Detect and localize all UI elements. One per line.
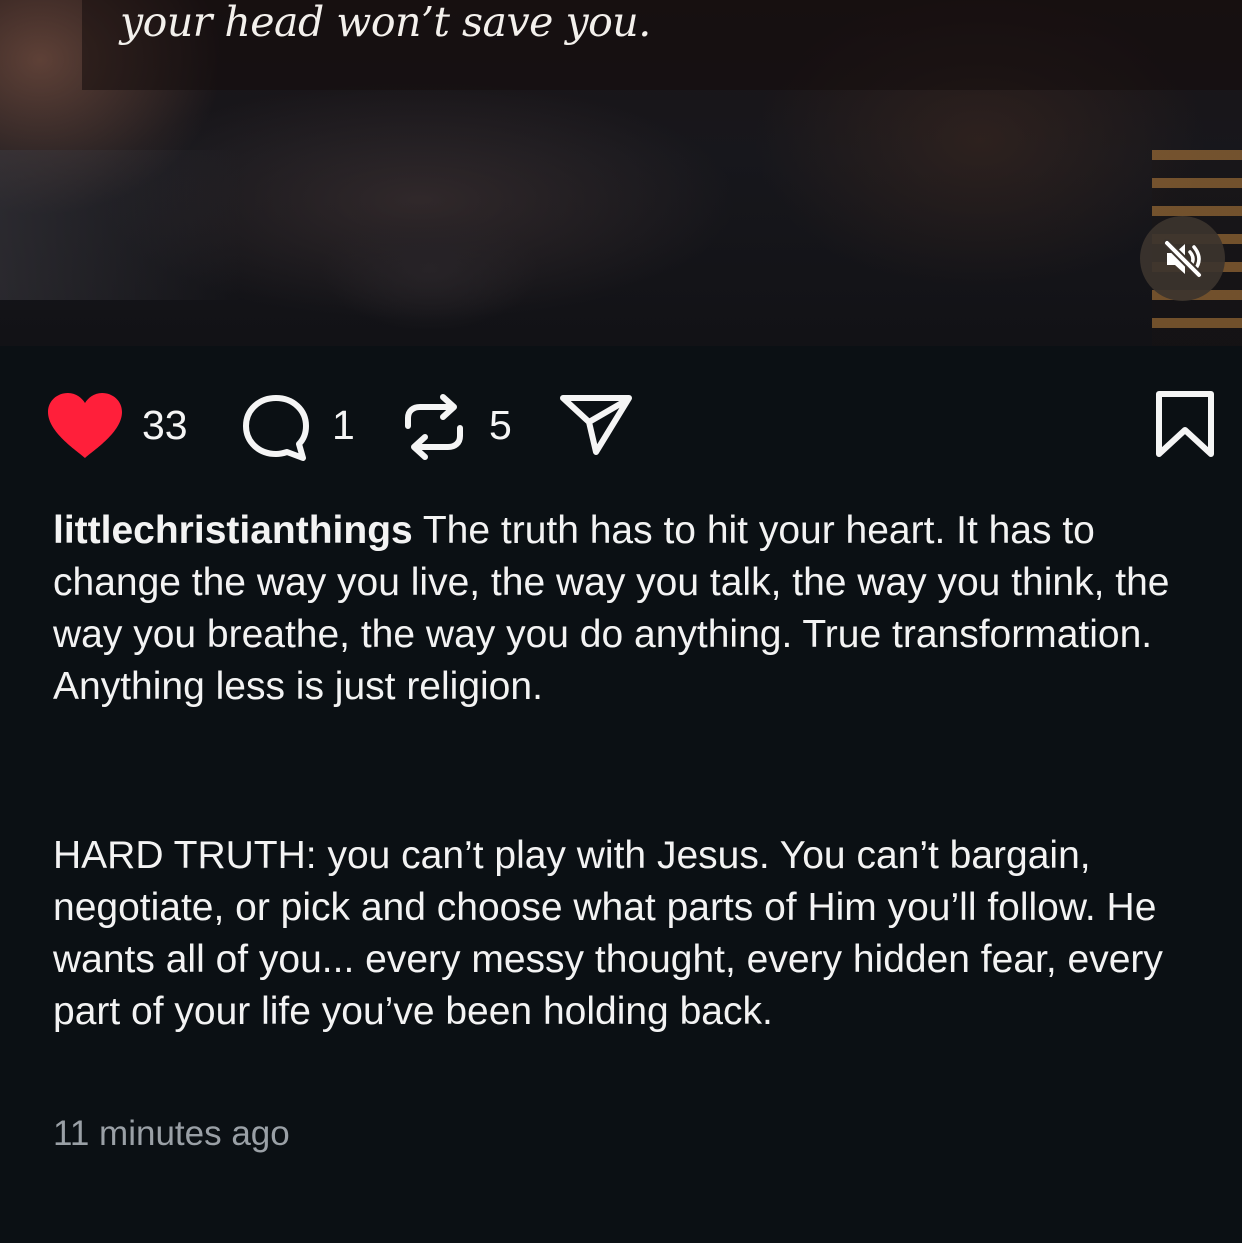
- speaker-muted-icon: [1162, 238, 1203, 279]
- video-background-shape: [320, 210, 540, 330]
- paper-plane-icon[interactable]: [558, 392, 634, 458]
- comment-count: 1: [332, 402, 355, 448]
- heart-icon[interactable]: [46, 392, 124, 460]
- repost-icon[interactable]: [402, 392, 466, 462]
- video-background-shape: [0, 150, 240, 300]
- like-count: 33: [142, 402, 188, 448]
- video-player[interactable]: your head won’t save you.: [0, 0, 1242, 346]
- bookmark-icon[interactable]: [1154, 390, 1216, 460]
- comment-bubble-icon[interactable]: [240, 393, 312, 463]
- post-username[interactable]: littlechristianthings: [53, 509, 413, 552]
- mute-toggle-button[interactable]: [1140, 216, 1225, 301]
- repost-count: 5: [489, 402, 512, 448]
- post-timestamp: 11 minutes ago: [53, 1114, 290, 1153]
- post-caption: littlechristianthings The truth has to h…: [53, 505, 1213, 713]
- caption-paragraph-2: HARD TRUTH: you can’t play with Jesus. Y…: [53, 834, 1163, 1033]
- post-action-bar: 33 1 5: [0, 380, 1242, 472]
- video-overlay-text: your head won’t save you.: [120, 0, 651, 46]
